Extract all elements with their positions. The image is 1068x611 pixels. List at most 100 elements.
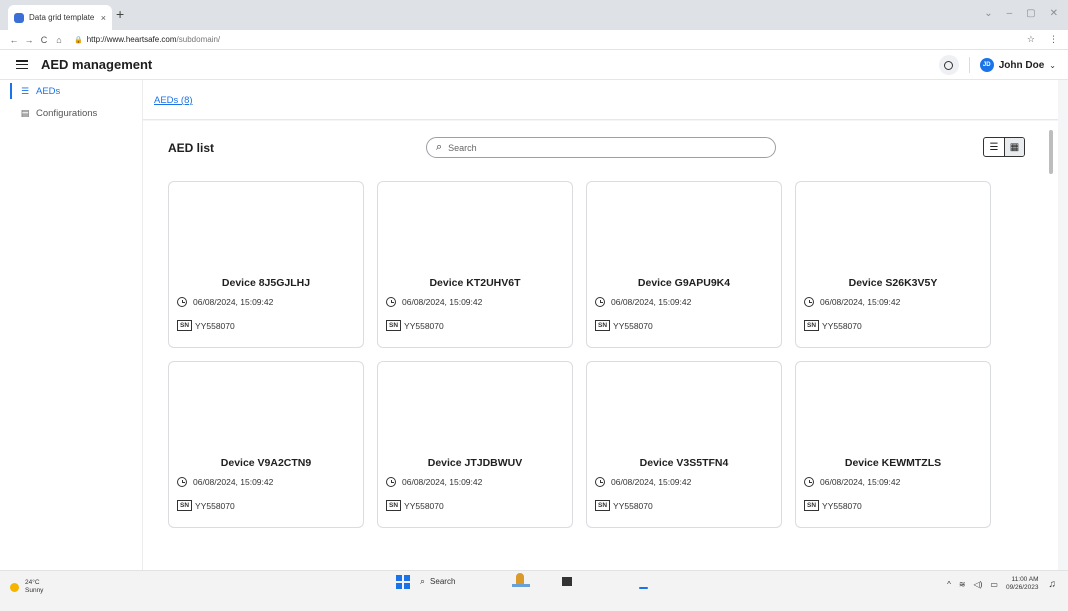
sun-icon (10, 582, 19, 592)
header-divider (968, 57, 970, 73)
taskbar-clock[interactable]: 11:00 AM 09/26/2023 (1006, 576, 1039, 592)
clock-icon (595, 297, 605, 307)
url-field[interactable]: 🔒 http://www.heartsafe.com/subdomain/ (74, 35, 220, 44)
device-name: Device S26K3V5Y (848, 277, 938, 289)
search-icon: ⌕ (420, 576, 426, 586)
taskbar-time: 11:00 AM (1011, 576, 1039, 583)
windows-start-icon[interactable] (396, 575, 410, 589)
tab-search-icon[interactable]: ⌄ (984, 8, 992, 19)
window-controls: ⌄ – ▢ ✕ (984, 8, 1058, 19)
tab-close-icon[interactable]: × (101, 13, 106, 23)
device-serial: SN YY558070 (386, 500, 444, 511)
device-serial: SN YY558070 (177, 320, 235, 331)
battery-icon[interactable]: ▭ (990, 580, 998, 589)
clock-icon (804, 297, 814, 307)
weather-condition: Sunny (25, 587, 44, 594)
device-name: Device KT2UHV6T (429, 277, 521, 289)
grid-view-icon[interactable]: ▦ (1004, 138, 1024, 156)
user-name[interactable]: John Doe (999, 60, 1045, 71)
device-timestamp: 06/08/2024, 15:09:42 (595, 477, 691, 487)
device-card[interactable]: Device V9A2CTN9 06/08/2024, 15:09:42 SN Y… (168, 361, 364, 528)
list-view-icon[interactable]: ☰ (984, 138, 1004, 156)
device-timestamp: 06/08/2024, 15:09:42 (177, 477, 273, 487)
minimize-button[interactable]: – (1007, 8, 1013, 19)
clock-icon (386, 477, 396, 487)
home-icon[interactable]: ⌂ (53, 35, 65, 45)
bookmark-star-icon[interactable]: ☆ (1027, 34, 1035, 45)
device-card[interactable]: Device KEWMTZLS 06/08/2024, 15:09:42 SN Y… (795, 361, 991, 528)
hamburger-menu-icon[interactable] (16, 60, 28, 69)
weather-widget[interactable]: 24°C Sunny (10, 579, 43, 595)
sidebar-item-configurations[interactable]: ▤ Configurations (0, 102, 142, 124)
device-timestamp: 06/08/2024, 15:09:42 (177, 297, 273, 307)
chevron-down-icon[interactable]: ⌄ (1049, 61, 1056, 70)
reload-icon[interactable]: C (38, 35, 50, 45)
device-card[interactable]: Device S26K3V5Y 06/08/2024, 15:09:42 SN Y… (795, 181, 991, 348)
wifi-icon[interactable]: ≋ (959, 580, 966, 589)
device-serial: SN YY558070 (595, 320, 653, 331)
sidebar: ☰ AEDs ▤ Configurations (0, 80, 143, 570)
app-title: AED management (41, 57, 153, 72)
close-window-button[interactable]: ✕ (1050, 8, 1058, 19)
new-tab-button[interactable]: + (116, 7, 124, 21)
browser-toolbar-right: ☆ ⋮ (1027, 34, 1058, 45)
sidebar-item-label: Configurations (36, 107, 98, 119)
device-serial: SN YY558070 (595, 500, 653, 511)
device-name: Device G9APU9K4 (637, 277, 731, 289)
device-timestamp: 06/08/2024, 15:09:42 (386, 477, 482, 487)
device-card[interactable]: Device V3S5TFN4 06/08/2024, 15:09:42 SN Y… (586, 361, 782, 528)
system-tray: ^ ≋ ◁) ▭ 11:00 AM 09/26/2023 ♫ (947, 576, 1056, 592)
show-hidden-icons-icon[interactable]: ^ (947, 580, 951, 589)
serial-number-icon: SN (804, 320, 820, 331)
browser-menu-icon[interactable]: ⋮ (1049, 34, 1058, 45)
device-card-grid: Device 8J5GJLHJ 06/08/2024, 15:09:42 SN Y… (168, 181, 998, 528)
taskbar-date: 09/26/2023 (1005, 584, 1039, 591)
sidebar-item-aeds[interactable]: ☰ AEDs (0, 80, 142, 102)
clock-icon (177, 297, 187, 307)
url-path: /subdomain/ (176, 35, 221, 44)
view-toggle: ☰ ▦ (983, 137, 1025, 157)
device-card[interactable]: Device JTJDBWUV 06/08/2024, 15:09:42 SN Y… (377, 361, 573, 528)
active-app-indicator (639, 587, 648, 589)
tab-favicon-icon (14, 12, 24, 23)
taskbar-app-icon[interactable] (562, 577, 572, 586)
device-name: Device 8J5GJLHJ (221, 277, 311, 289)
back-icon[interactable]: ← (8, 35, 20, 45)
device-timestamp: 06/08/2024, 15:09:42 (804, 477, 900, 487)
restore-button[interactable]: ▢ (1026, 8, 1035, 19)
search-placeholder: Search (448, 142, 477, 153)
clock-icon (595, 477, 605, 487)
scrollbar[interactable] (1049, 130, 1053, 174)
search-input[interactable]: ⌕ Search (426, 137, 776, 158)
breadcrumb-link-aeds[interactable]: AEDs (8) (154, 95, 193, 106)
lock-icon: 🔒 (74, 36, 83, 44)
browser-tab[interactable]: Data grid template × (8, 5, 112, 30)
serial-number-icon: SN (804, 500, 820, 511)
device-card[interactable]: Device G9APU9K4 06/08/2024, 15:09:42 SN Y… (586, 181, 782, 348)
device-card[interactable]: Device 8J5GJLHJ 06/08/2024, 15:09:42 SN Y… (168, 181, 364, 348)
list-icon: ☰ (20, 85, 30, 96)
device-serial: SN YY558070 (804, 320, 862, 331)
device-timestamp: 06/08/2024, 15:09:42 (386, 297, 482, 307)
settings-icon (944, 60, 954, 70)
volume-icon[interactable]: ◁) (974, 580, 983, 589)
taskbar-search[interactable]: ⌕ Search (420, 576, 455, 587)
device-card[interactable]: Device KT2UHV6T 06/08/2024, 15:09:42 SN Y… (377, 181, 573, 348)
device-name: Device KEWMTZLS (844, 457, 942, 469)
serial-number-icon: SN (595, 500, 611, 511)
avatar[interactable]: JD (979, 58, 994, 72)
document-icon: ▤ (20, 107, 30, 118)
taskbar-app-icon[interactable] (512, 573, 530, 589)
device-name: Device V3S5TFN4 (639, 457, 729, 469)
settings-button[interactable] (938, 55, 959, 75)
forward-icon[interactable]: → (23, 35, 35, 45)
serial-number-icon: SN (177, 500, 193, 511)
browser-tab-bar: Data grid template × + ⌄ – ▢ ✕ (0, 0, 1068, 30)
taskbar-search-label: Search (430, 577, 456, 586)
notification-bell-icon[interactable]: ♫ (1049, 579, 1057, 590)
address-bar: ← → C ⌂ 🔒 http://www.heartsafe.com/subdo… (0, 30, 1068, 50)
serial-number-icon: SN (177, 320, 193, 331)
main-content: AEDs (8) AED list ⌕ Search ☰ ▦ Device 8J… (143, 80, 1068, 570)
device-timestamp: 06/08/2024, 15:09:42 (804, 297, 900, 307)
clock-icon (177, 477, 187, 487)
